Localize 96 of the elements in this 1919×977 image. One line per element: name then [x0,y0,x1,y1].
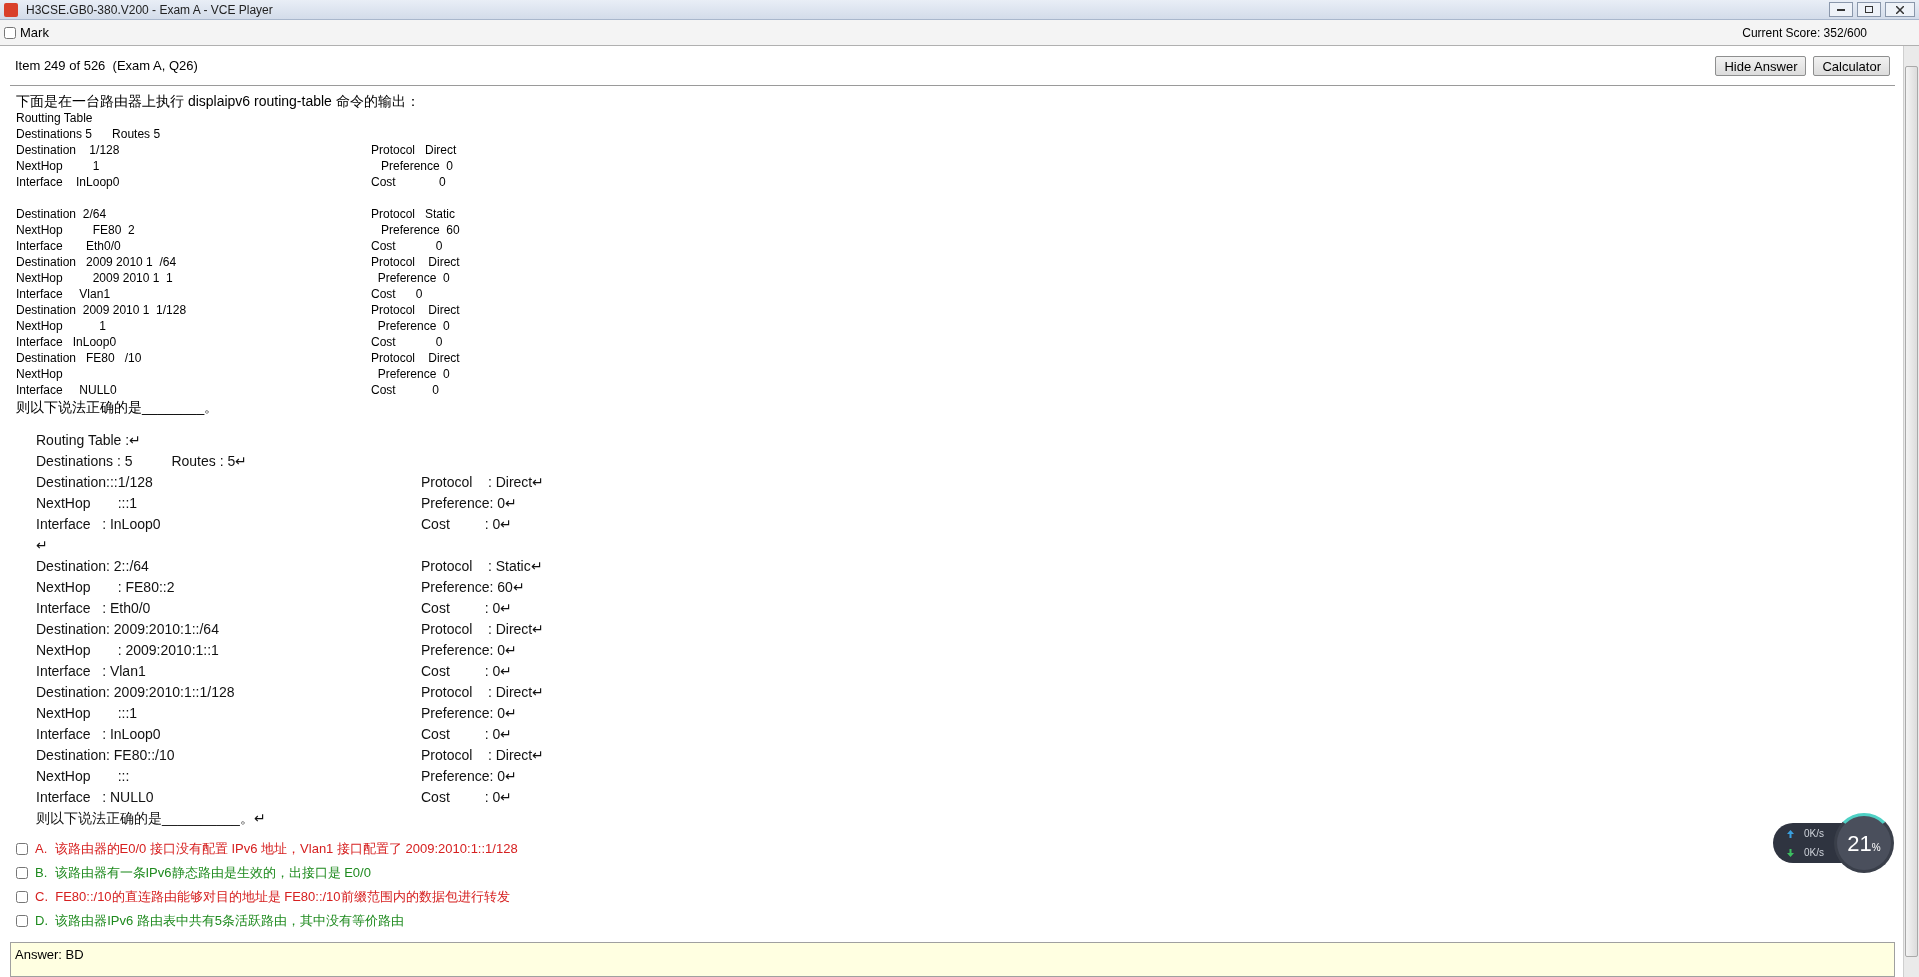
download-speed: 0K/s [1804,846,1824,860]
option-text: A. 该路由器的E0/0 接口没有配置 IPv6 地址，Vlan1 接口配置了 2009:2010:1::1/128 [35,839,518,858]
current-score: Current Score: 352/600 [1742,24,1867,42]
usage-percent: 21 [1847,829,1872,858]
output-line: Protocol : Direct↵ [421,746,545,765]
output-line: Cost 0 [371,286,423,302]
close-button[interactable] [1885,2,1915,17]
output-line: Interface Vlan1 [16,287,111,301]
option-text: B. 该路由器有一条IPv6静态路由是生效的，出接口是 E0/0 [35,863,371,882]
output-line: Protocol : Direct↵ [421,620,545,639]
output-line: Cost 0 [371,334,443,350]
output-line: Destination 2/64 [16,207,107,221]
restore-button[interactable] [1857,2,1881,17]
output-line: Interface InLoop0 [16,335,117,349]
down-arrow-icon [1787,848,1794,857]
up-arrow-icon [1787,829,1794,838]
output-line: Interface : Eth0/0 [36,600,151,616]
output-line: NextHop 1 [16,319,107,333]
output-line: NextHop FE80 2 [16,223,135,237]
option-checkbox[interactable] [16,866,28,879]
question-prompt: 则以下说法正确的是________。 [16,398,220,416]
output-line: Cost : 0↵ [421,788,513,807]
output-line: Destination: FE80::/10 [36,747,175,763]
calculator-button[interactable]: Calculator [1813,55,1890,76]
output-line: Protocol Direct [371,350,460,366]
output-line: Preference 0 [376,270,450,286]
output-line: Cost : 0↵ [421,599,513,618]
output-line: Preference 60 [380,222,460,238]
output-line: Preference: 60↵ [421,578,525,597]
output-line: Destination FE80 /10 [16,351,142,365]
minimize-button[interactable] [1829,2,1853,17]
output-line: Destination 2009 2010 1 /64 [16,255,177,269]
option-checkbox[interactable] [16,914,28,927]
output-line: Preference: 0↵ [421,767,518,786]
output-line: NextHop ::: [36,768,130,784]
window-title: H3CSE.GB0-380.V200 - Exam A - VCE Player [26,1,273,19]
item-counter: Item 249 of 526 (Exam A, Q26) [15,56,198,75]
output-line: Preference: 0↵ [421,641,518,660]
output-line: Routing Table :↵ [36,432,142,448]
output-line: Preference: 0↵ [421,494,518,513]
scrollbar[interactable] [1903,46,1919,977]
output-line: Destination: 2009:2010:1::1/128 [36,684,235,700]
option-text: D. 该路由器IPv6 路由表中共有5条活跃路由，其中没有等价路由 [35,911,405,930]
output-line: Interface Eth0/0 [16,239,121,253]
close-icon [1896,5,1904,14]
answer-box: Answer: BD [10,942,1895,977]
output-line: Destination 1/128 [16,143,120,157]
output-line: Preference 0 [380,158,454,174]
output-line: Destination: 2009:2010:1::/64 [36,621,219,637]
output-line: Cost : 0↵ [421,662,513,681]
output-line: Protocol Direct [371,142,457,158]
output-line: NextHop :::1 [36,705,138,721]
question-intro: 下面是在一台路由器上执行 displaipv6 routing-table 命令的输出： [16,92,421,110]
output-line: Cost : 0↵ [421,725,513,744]
output-line: ↵ [36,537,48,553]
mark-checkbox[interactable] [4,26,16,39]
output-line: Protocol : Static↵ [421,557,543,576]
output-line: Protocol Direct [371,254,460,270]
option-text: C. FE80::/10的直连路由能够对目的地址是 FE80::/10前缀范围内的数据包进行转发 [35,887,510,906]
percent-sign: % [1871,841,1881,855]
output-line: NextHop : FE80::2 [36,579,175,595]
upload-speed: 0K/s [1804,827,1824,841]
output-line: Protocol Direct [371,302,460,318]
output-line: Destination: 2::/64 [36,558,149,574]
output-line: Cost 0 [371,382,440,398]
output-line: NextHop :::1 [36,495,138,511]
option-checkbox[interactable] [16,890,28,903]
output-line: Interface : InLoop0 [36,516,161,532]
output-line: Routting Table [16,111,93,125]
output-line: Interface : NULL0 [36,789,154,805]
output-line: Cost 0 [371,174,446,190]
output-line: Protocol : Direct↵ [421,683,545,702]
document-prompt: 则以下说法正确的是__________。↵ [36,809,267,828]
option-checkbox[interactable] [16,842,28,855]
output-line: Destinations 5 Routes 5 [16,127,161,141]
output-line: Protocol Static [371,206,456,222]
output-line: NextHop [16,367,63,381]
output-line: Interface NULL0 [16,383,117,397]
output-line: Preference: 0↵ [421,704,518,723]
output-line: Interface : Vlan1 [36,663,146,679]
output-line: Destination 2009 2010 1 1/128 [16,303,187,317]
output-line: Interface : InLoop0 [36,726,161,742]
output-line: NextHop : 2009:2010:1::1 [36,642,219,658]
output-line: Destinations : 5 Routes : 5↵ [36,453,248,469]
output-line: Preference 0 [376,318,450,334]
output-line: Interface InLoop0 [16,175,120,189]
output-line: NextHop 1 [16,159,100,173]
output-line: Destination:::1/128 [36,474,153,490]
output-line: Cost 0 [371,238,443,254]
output-line: Protocol : Direct↵ [421,473,545,492]
output-line: NextHop 2009 2010 1 1 [16,271,173,285]
mark-label: Mark [20,23,49,42]
output-line: Cost : 0↵ [421,515,513,534]
output-line: Preference 0 [376,366,450,382]
app-icon [4,2,18,17]
hide-answer-button[interactable]: Hide Answer [1715,55,1807,76]
